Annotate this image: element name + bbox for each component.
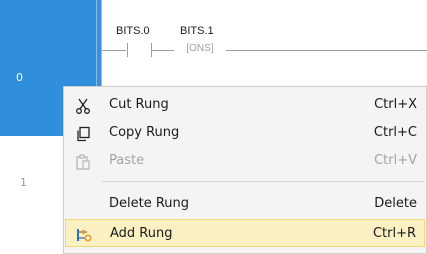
menu-item-copy-rung[interactable]: Copy Rung Ctrl+C [65, 119, 425, 147]
menu-item-shortcut: Delete [374, 196, 417, 211]
menu-item-label: Cut Rung [109, 97, 169, 112]
menu-item-paste[interactable]: Paste Ctrl+V [65, 147, 425, 175]
menu-item-label: Copy Rung [109, 125, 180, 140]
menu-item-label: Delete Rung [109, 196, 190, 211]
menu-item-delete-rung[interactable]: Delete Rung Delete [65, 190, 425, 218]
menu-item-cut-rung[interactable]: Cut Rung Ctrl+X [65, 91, 425, 119]
menu-item-shortcut: Ctrl+R [372, 226, 416, 241]
paste-icon [75, 153, 91, 170]
menu-separator [102, 181, 424, 182]
rung-wire [226, 50, 427, 51]
ons-tag-label[interactable]: BITS.1 [180, 25, 214, 37]
rung-number-1[interactable]: 1 [20, 176, 27, 189]
scissors-icon [75, 97, 91, 114]
rung-number-0[interactable]: 0 [16, 71, 23, 84]
rung-wire [152, 50, 174, 51]
menu-item-shortcut: Ctrl+X [374, 97, 417, 112]
add-rung-icon [76, 226, 92, 242]
menu-item-label: Paste [109, 153, 145, 168]
copy-icon [75, 125, 91, 142]
context-menu: Cut Rung Ctrl+X Copy Rung Ctrl+C Paste C… [63, 86, 427, 254]
menu-item-shortcut: Ctrl+V [374, 153, 417, 168]
menu-item-shortcut: Ctrl+C [373, 125, 417, 140]
menu-item-add-rung[interactable]: Add Rung Ctrl+R [65, 219, 425, 247]
ons-instruction[interactable]: [ONS] [174, 40, 226, 58]
contact-left-bar[interactable] [127, 43, 128, 57]
menu-item-label: Add Rung [110, 226, 173, 241]
rung-wire [102, 50, 126, 51]
contact-tag-label[interactable]: BITS.0 [116, 25, 150, 37]
